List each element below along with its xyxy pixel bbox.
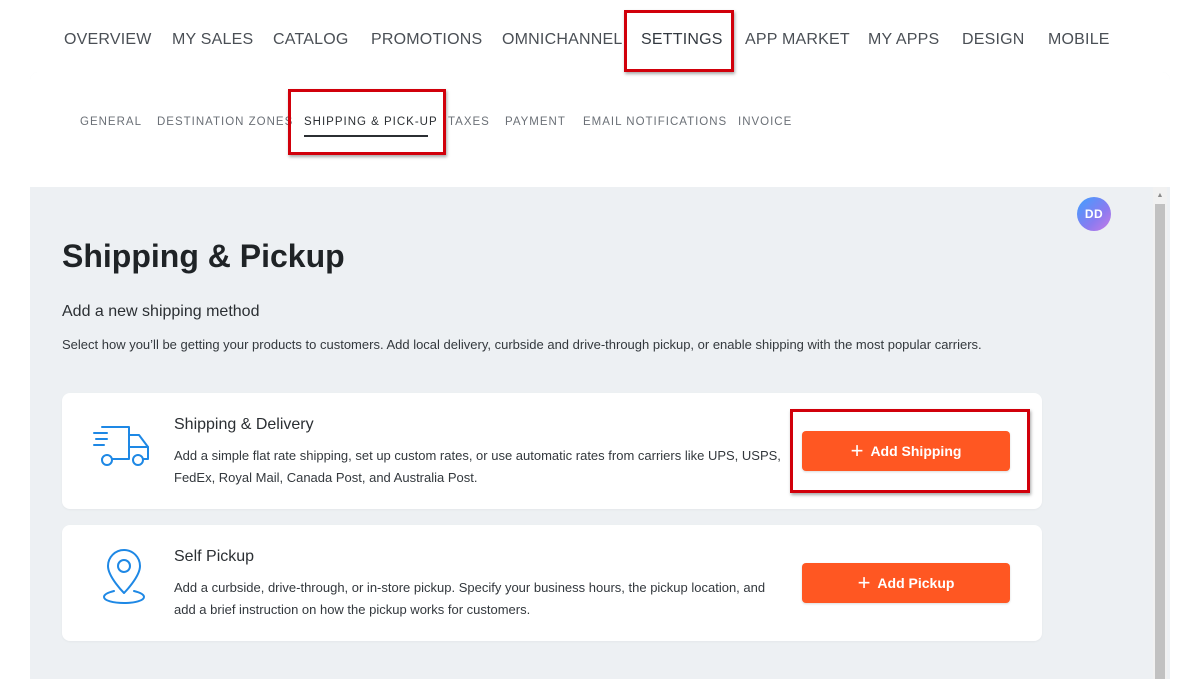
add-shipping-label: Add Shipping [870, 443, 962, 459]
active-tab-underline [304, 135, 428, 137]
delivery-truck-icon [92, 423, 152, 472]
sub-nav-destination-zones[interactable]: DESTINATION ZONES [157, 115, 293, 129]
shipping-delivery-card: Shipping & Delivery Add a simple flat ra… [62, 393, 1042, 509]
settings-sub-nav: GENERAL DESTINATION ZONES SHIPPING & PIC… [30, 72, 1170, 187]
top-nav-my-sales[interactable]: MY SALES [172, 30, 253, 50]
top-nav-my-apps[interactable]: MY APPS [868, 30, 939, 50]
self-pickup-description: Add a curbside, drive-through, or in-sto… [174, 580, 766, 617]
sub-nav-shipping-pickup[interactable]: SHIPPING & PICK-UP [304, 115, 438, 129]
sub-nav-invoice[interactable]: INVOICE [738, 115, 792, 129]
top-nav-overview[interactable]: OVERVIEW [64, 30, 152, 50]
top-nav: OVERVIEW MY SALES CATALOG PROMOTIONS OMN… [0, 0, 1191, 72]
shipping-delivery-title: Shipping & Delivery [174, 416, 314, 433]
self-pickup-card: Self Pickup Add a curbside, drive-throug… [62, 525, 1042, 641]
scroll-up-arrow-icon[interactable]: ▲ [1153, 187, 1167, 203]
top-nav-design[interactable]: DESIGN [962, 30, 1025, 50]
sub-nav-payment[interactable]: PAYMENT [505, 115, 566, 129]
add-shipping-button[interactable]: + Add Shipping [802, 431, 1010, 471]
top-nav-app-market[interactable]: APP MARKET [745, 30, 850, 50]
app-page: OVERVIEW MY SALES CATALOG PROMOTIONS OMN… [0, 0, 1191, 679]
page-title: Shipping & Pickup [62, 238, 345, 274]
top-nav-promotions[interactable]: PROMOTIONS [371, 30, 482, 50]
sub-nav-email-notifications[interactable]: EMAIL NOTIFICATIONS [583, 115, 727, 129]
section-description: Select how you’ll be getting your produc… [62, 337, 982, 352]
plus-icon: + [857, 570, 871, 595]
self-pickup-title: Self Pickup [174, 548, 255, 565]
top-nav-settings[interactable]: SETTINGS [641, 30, 723, 50]
user-avatar[interactable]: DD [1077, 197, 1111, 231]
top-nav-mobile[interactable]: MOBILE [1048, 30, 1110, 50]
add-pickup-label: Add Pickup [877, 575, 955, 591]
location-pin-icon [102, 549, 146, 610]
shipping-delivery-description: Add a simple flat rate shipping, set up … [174, 448, 781, 485]
sub-nav-taxes[interactable]: TAXES [448, 115, 490, 129]
sub-nav-general[interactable]: GENERAL [80, 115, 142, 129]
top-nav-catalog[interactable]: CATALOG [273, 30, 349, 50]
scrollbar-thumb[interactable] [1155, 204, 1165, 679]
top-nav-omnichannel[interactable]: OMNICHANNEL [502, 30, 622, 50]
section-title: Add a new shipping method [62, 303, 260, 320]
add-pickup-button[interactable]: + Add Pickup [802, 563, 1010, 603]
plus-icon: + [850, 438, 864, 463]
